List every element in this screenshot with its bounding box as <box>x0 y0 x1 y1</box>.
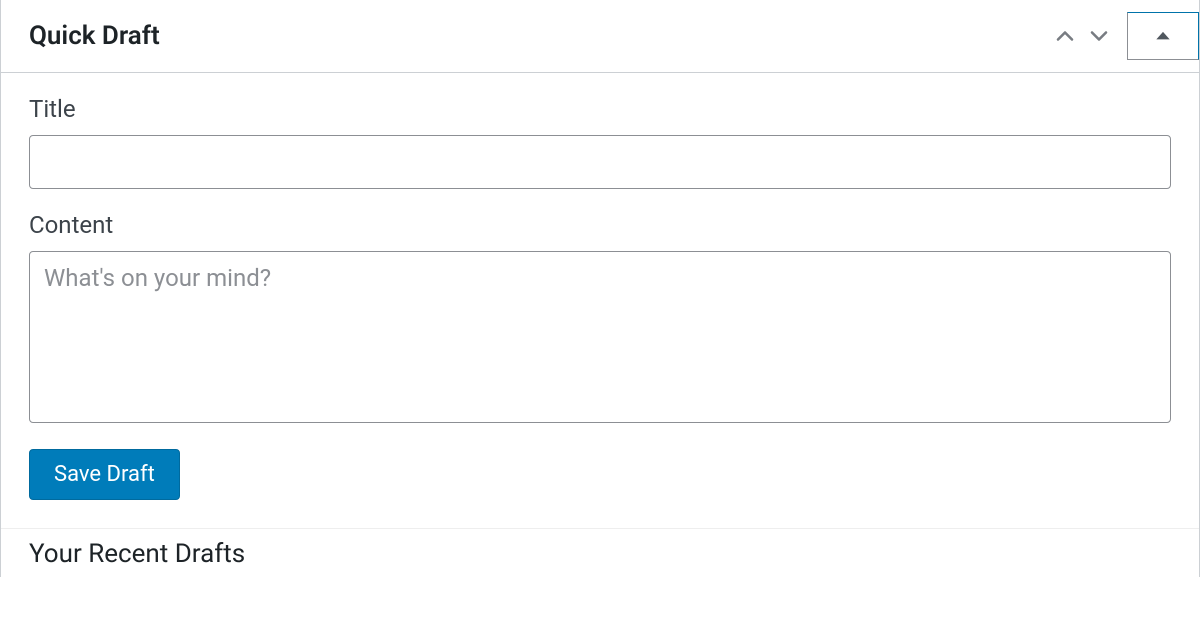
toggle-panel-button[interactable] <box>1127 12 1199 60</box>
move-arrows-group <box>1051 12 1127 60</box>
title-label: Title <box>29 95 1171 123</box>
content-label: Content <box>29 211 1171 239</box>
panel-title: Quick Draft <box>29 21 160 51</box>
recent-drafts-heading: Your Recent Drafts <box>29 539 1171 569</box>
save-draft-button[interactable]: Save Draft <box>29 449 180 500</box>
panel-header: Quick Draft <box>1 0 1199 73</box>
panel-body: Title Content Save Draft <box>1 73 1199 528</box>
title-input[interactable] <box>29 135 1171 189</box>
panel-controls <box>1051 12 1199 60</box>
move-up-icon[interactable] <box>1051 22 1079 50</box>
title-group: Title <box>29 95 1171 189</box>
recent-drafts-section: Your Recent Drafts <box>1 528 1199 577</box>
content-textarea[interactable] <box>29 251 1171 423</box>
quick-draft-panel: Quick Draft Title Content Save Draft <box>0 0 1200 577</box>
content-group: Content <box>29 211 1171 427</box>
move-down-icon[interactable] <box>1085 22 1113 50</box>
